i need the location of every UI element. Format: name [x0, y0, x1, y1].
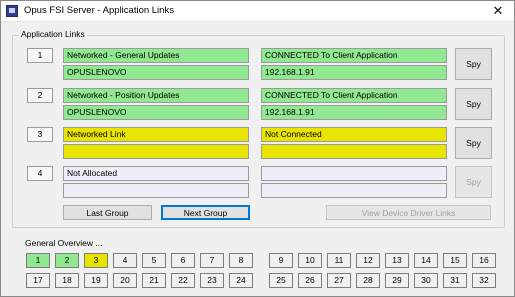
app-icon[interactable]	[6, 5, 18, 17]
overview-link-14: 14	[414, 253, 438, 268]
overview-link-3: 3	[84, 253, 108, 268]
overview-link-5: 5	[142, 253, 166, 268]
overview-link-8: 8	[229, 253, 253, 268]
link-status-field: CONNECTED To Client Application	[261, 48, 447, 63]
spy-button[interactable]: Spy	[455, 48, 492, 80]
spy-button[interactable]: Spy	[455, 127, 492, 159]
overview-link-7: 7	[200, 253, 224, 268]
view-device-driver-links-button[interactable]: View Device Driver Links	[326, 205, 491, 220]
overview-link-2: 2	[55, 253, 79, 268]
title-bar[interactable]: Opus FSI Server - Application Links ✕	[1, 1, 514, 22]
overview-link-16: 16	[472, 253, 496, 268]
overview-link-31: 31	[443, 273, 467, 288]
overview-link-25: 25	[269, 273, 293, 288]
link-name-field: Networked - General Updates	[63, 48, 249, 63]
link-address-field	[261, 144, 447, 159]
overview-link-26: 26	[298, 273, 322, 288]
link-host-field: OPUSLENOVO	[63, 65, 249, 80]
link-number-label: 2	[27, 88, 53, 103]
overview-link-32: 32	[472, 273, 496, 288]
link-host-field: OPUSLENOVO	[63, 105, 249, 120]
link-status-field	[261, 166, 447, 181]
link-number-label: 1	[27, 48, 53, 63]
link-name-field: Networked Link	[63, 127, 249, 142]
overview-link-1: 1	[26, 253, 50, 268]
overview-link-18: 18	[55, 273, 79, 288]
overview-link-28: 28	[356, 273, 380, 288]
overview-link-22: 22	[171, 273, 195, 288]
link-host-field	[63, 183, 249, 198]
overview-link-30: 30	[414, 273, 438, 288]
link-address-field: 192.168.1.91	[261, 65, 447, 80]
link-host-field	[63, 144, 249, 159]
link-number-label: 3	[27, 127, 53, 142]
link-number-label: 4	[27, 166, 53, 181]
link-address-field	[261, 183, 447, 198]
overview-link-29: 29	[385, 273, 409, 288]
overview-link-15: 15	[443, 253, 467, 268]
overview-link-20: 20	[113, 273, 137, 288]
overview-link-10: 10	[298, 253, 322, 268]
general-overview-label: General Overview ...	[25, 238, 103, 248]
overview-link-11: 11	[327, 253, 351, 268]
link-name-field: Networked - Position Updates	[63, 88, 249, 103]
application-links-label: Application Links	[19, 29, 87, 39]
last-group-button[interactable]: Last Group	[63, 205, 152, 220]
overview-link-27: 27	[327, 273, 351, 288]
overview-link-6: 6	[171, 253, 195, 268]
link-status-field: Not Connected	[261, 127, 447, 142]
overview-link-21: 21	[142, 273, 166, 288]
link-name-field: Not Allocated	[63, 166, 249, 181]
overview-link-23: 23	[200, 273, 224, 288]
overview-link-4: 4	[113, 253, 137, 268]
window-title: Opus FSI Server - Application Links	[24, 5, 174, 16]
overview-link-12: 12	[356, 253, 380, 268]
overview-link-9: 9	[269, 253, 293, 268]
spy-button[interactable]: Spy	[455, 166, 492, 198]
close-icon[interactable]: ✕	[486, 2, 510, 20]
link-status-field: CONNECTED To Client Application	[261, 88, 447, 103]
overview-link-24: 24	[229, 273, 253, 288]
spy-button[interactable]: Spy	[455, 88, 492, 120]
overview-link-19: 19	[84, 273, 108, 288]
next-group-button[interactable]: Next Group	[161, 205, 250, 220]
app-window: Opus FSI Server - Application Links ✕ Ap…	[0, 0, 515, 297]
overview-link-17: 17	[26, 273, 50, 288]
link-address-field: 192.168.1.91	[261, 105, 447, 120]
overview-link-13: 13	[385, 253, 409, 268]
